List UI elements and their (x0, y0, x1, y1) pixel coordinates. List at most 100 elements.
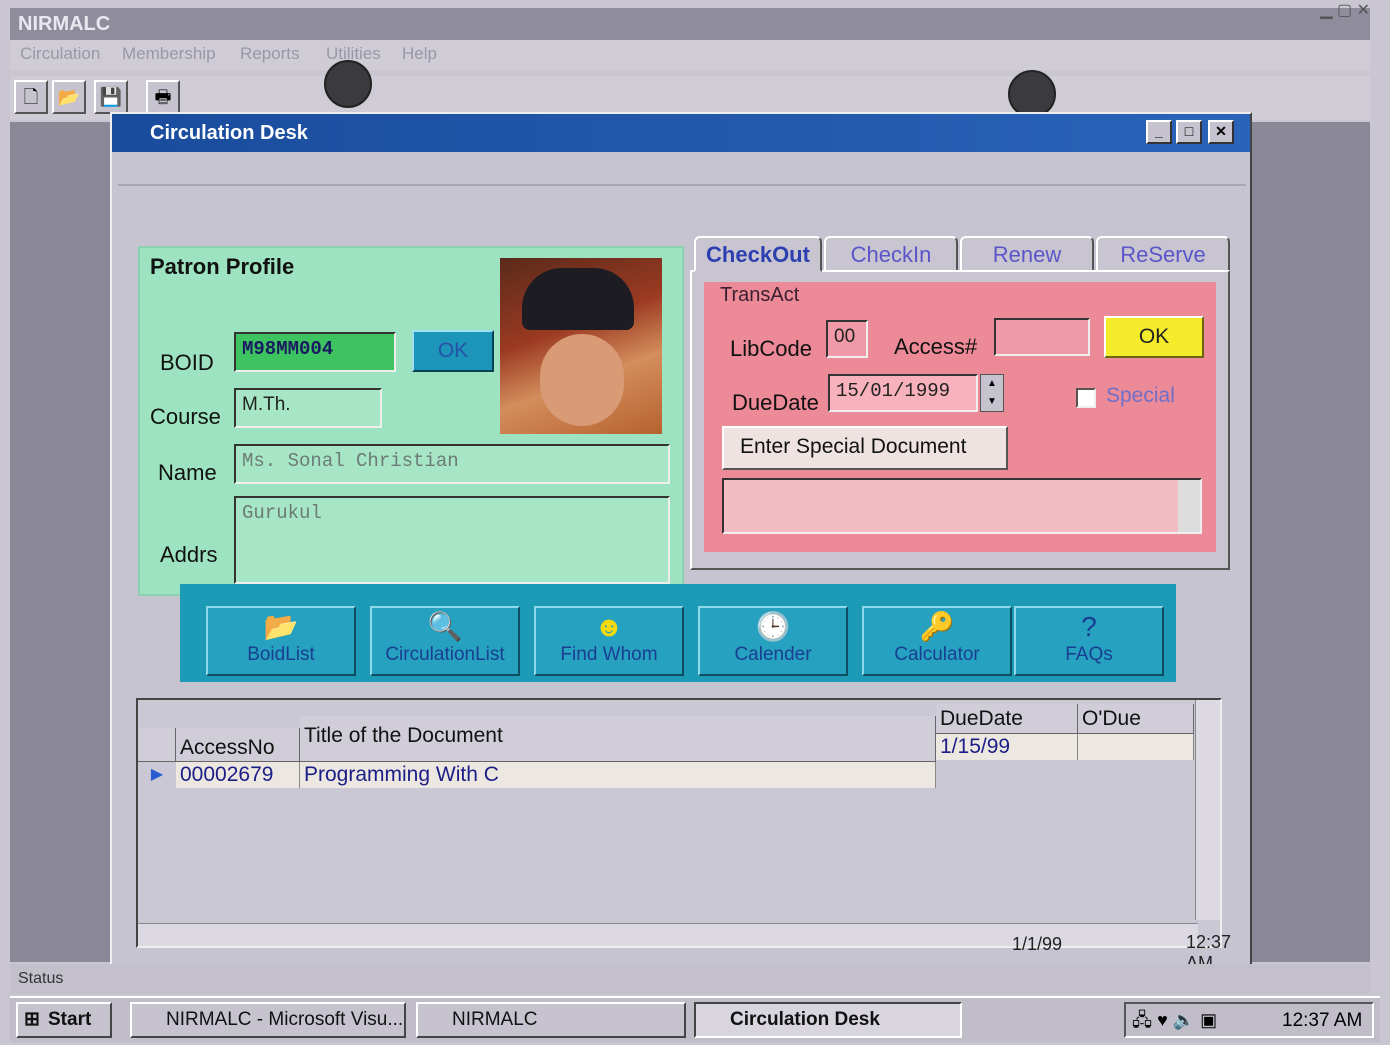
tab-content: TransAct LibCode 00 Access# OK DueDate 1… (690, 270, 1230, 570)
current-row-pointer-icon: ▶ (150, 766, 164, 783)
col-header-accessno[interactable]: AccessNo (176, 728, 300, 762)
duedate-field[interactable]: 15/01/1999 (828, 374, 978, 412)
course-field[interactable]: M.Th. (234, 388, 382, 428)
boidlist-button[interactable]: 📂 BoidList (206, 606, 356, 676)
cap-shape (522, 268, 634, 330)
boid-field[interactable]: M98MM004 (234, 332, 396, 372)
boid-ok-button[interactable]: OK (412, 330, 494, 372)
transact-ok-button[interactable]: OK (1104, 316, 1204, 358)
magnifier-icon: 🔍 (427, 611, 463, 642)
system-tray: 🖧 ♥ 🔈 ▣ 12:37 AM (1124, 1002, 1374, 1038)
row-header-corner (138, 728, 176, 762)
tools-bar: 📂 BoidList 🔍 CirculationList ☻ Find Whom… (180, 584, 1176, 682)
menu-membership[interactable]: Membership (122, 44, 216, 64)
tab-checkout[interactable]: CheckOut (694, 236, 822, 272)
face-shape (540, 334, 624, 426)
name-label: Name (158, 460, 217, 485)
task-circulation-desk[interactable]: Circulation Desk (694, 1002, 962, 1038)
smiley-icon: ☻ (594, 611, 624, 642)
pushpin-right (1008, 70, 1056, 118)
textarea-scrollbar[interactable] (1178, 480, 1200, 532)
boid-label: BOID (160, 350, 214, 375)
maximize-button[interactable]: □ (1176, 120, 1202, 144)
cell-accessno[interactable]: 00002679 (176, 762, 300, 788)
circulationlist-button[interactable]: 🔍 CirculationList (370, 606, 520, 676)
task-nirmalc-label: NIRMALC (452, 1009, 538, 1030)
folder-icon: 📂 (263, 611, 299, 642)
access-field[interactable] (994, 318, 1090, 356)
cell-odue[interactable] (1078, 734, 1194, 760)
circulation-desk-window: Circulation Desk _ □ ✕ Patron Profile BO… (110, 112, 1252, 973)
save-icon[interactable]: 💾 (94, 80, 128, 114)
calender-label: Calender (734, 644, 812, 665)
key-icon: 🔑 (919, 611, 955, 642)
status-bar: Status (10, 964, 1370, 994)
cell-duedate[interactable]: 1/15/99 (936, 734, 1078, 760)
tab-renew[interactable]: Renew (960, 236, 1094, 272)
tray-icons[interactable]: 🖧 ♥ 🔈 ▣ (1132, 1008, 1217, 1038)
boidlist-label: BoidList (247, 644, 315, 665)
patron-photo (500, 258, 662, 434)
special-document-textarea[interactable] (722, 478, 1202, 534)
addrs-label: Addrs (160, 542, 218, 567)
tab-checkin[interactable]: CheckIn (824, 236, 958, 272)
findwhom-button[interactable]: ☻ Find Whom (534, 606, 684, 676)
clock-icon: 🕒 (755, 611, 791, 642)
findwhom-label: Find Whom (560, 644, 658, 665)
transact-panel: TransAct LibCode 00 Access# OK DueDate 1… (704, 282, 1216, 552)
calculator-button[interactable]: 🔑 Calculator (862, 606, 1012, 676)
libcode-field[interactable]: 00 (826, 320, 868, 358)
faqs-button[interactable]: ? FAQs (1014, 606, 1164, 676)
print-icon[interactable]: 🖶 (146, 80, 180, 114)
app-window-controls[interactable]: ▁ ▢ ✕ (1320, 0, 1370, 20)
course-label: Course (150, 404, 221, 429)
pushpin-left (324, 60, 372, 108)
task-nirmalc[interactable]: NIRMALC (416, 1002, 686, 1038)
menu-help[interactable]: Help (402, 44, 437, 64)
cell-title[interactable]: Programming With C (300, 762, 936, 788)
special-checkbox[interactable] (1076, 388, 1096, 408)
name-field[interactable]: Ms. Sonal Christian (234, 444, 670, 484)
col-header-duedate[interactable]: DueDate (936, 704, 1078, 734)
status-date: 1/1/99 (1012, 934, 1063, 954)
menu-reports[interactable]: Reports (240, 44, 300, 64)
special-label: Special (1106, 384, 1175, 407)
status-label: Status (18, 970, 64, 987)
app-window: NIRMALC ▁ ▢ ✕ Circulation Membership Rep… (0, 0, 1390, 1045)
checkout-grid: AccessNo Title of the Document DueDate O… (136, 698, 1222, 948)
start-label: Start (48, 1009, 92, 1030)
task-nirmalc-visual[interactable]: NIRMALC - Microsoft Visu... (130, 1002, 406, 1038)
task-nirmalc-visual-label: NIRMALC - Microsoft Visu... (166, 1009, 404, 1030)
col-header-odue[interactable]: O'Due (1078, 704, 1194, 734)
calender-button[interactable]: 🕒 Calender (698, 606, 848, 676)
start-button[interactable]: ⊞ Start (16, 1002, 112, 1038)
taskbar: ⊞ Start NIRMALC - Microsoft Visu... NIRM… (10, 996, 1380, 1042)
duedate-spinner[interactable]: ▲ ▼ (980, 374, 1004, 412)
libcode-label: LibCode (730, 336, 812, 361)
grid-vertical-scrollbar[interactable] (1195, 700, 1220, 920)
transaction-tabs: CheckOut CheckIn Renew ReServe TransAct … (690, 236, 1230, 576)
new-icon[interactable]: 🗋 (14, 80, 48, 114)
access-label: Access# (894, 334, 978, 359)
app-title: NIRMALC (18, 13, 111, 35)
calculator-label: Calculator (894, 644, 980, 665)
duedate-label: DueDate (732, 390, 819, 415)
addrs-field[interactable]: Gurukul (234, 496, 670, 584)
open-icon[interactable]: 📂 (52, 80, 86, 114)
enter-special-document-button[interactable]: Enter Special Document (722, 426, 1008, 470)
circulationlist-label: CirculationList (385, 644, 505, 665)
patron-profile-heading: Patron Profile (150, 254, 295, 279)
divider (118, 184, 1246, 186)
windows-logo-icon: ⊞ (24, 1009, 40, 1030)
task-circulation-desk-label: Circulation Desk (730, 1009, 880, 1030)
faqs-label: FAQs (1065, 644, 1113, 665)
window-title-bar: Circulation Desk _ □ ✕ (112, 114, 1250, 152)
app-title-bar: NIRMALC (10, 8, 1370, 40)
taskbar-clock[interactable]: 12:37 AM (1282, 1010, 1362, 1032)
menu-circulation[interactable]: Circulation (20, 44, 100, 64)
minimize-button[interactable]: _ (1146, 120, 1172, 144)
menu-bar: Circulation Membership Reports Utilities… (10, 40, 1370, 70)
close-button[interactable]: ✕ (1208, 120, 1234, 144)
col-header-title[interactable]: Title of the Document (300, 716, 936, 762)
tab-reserve[interactable]: ReServe (1096, 236, 1230, 272)
